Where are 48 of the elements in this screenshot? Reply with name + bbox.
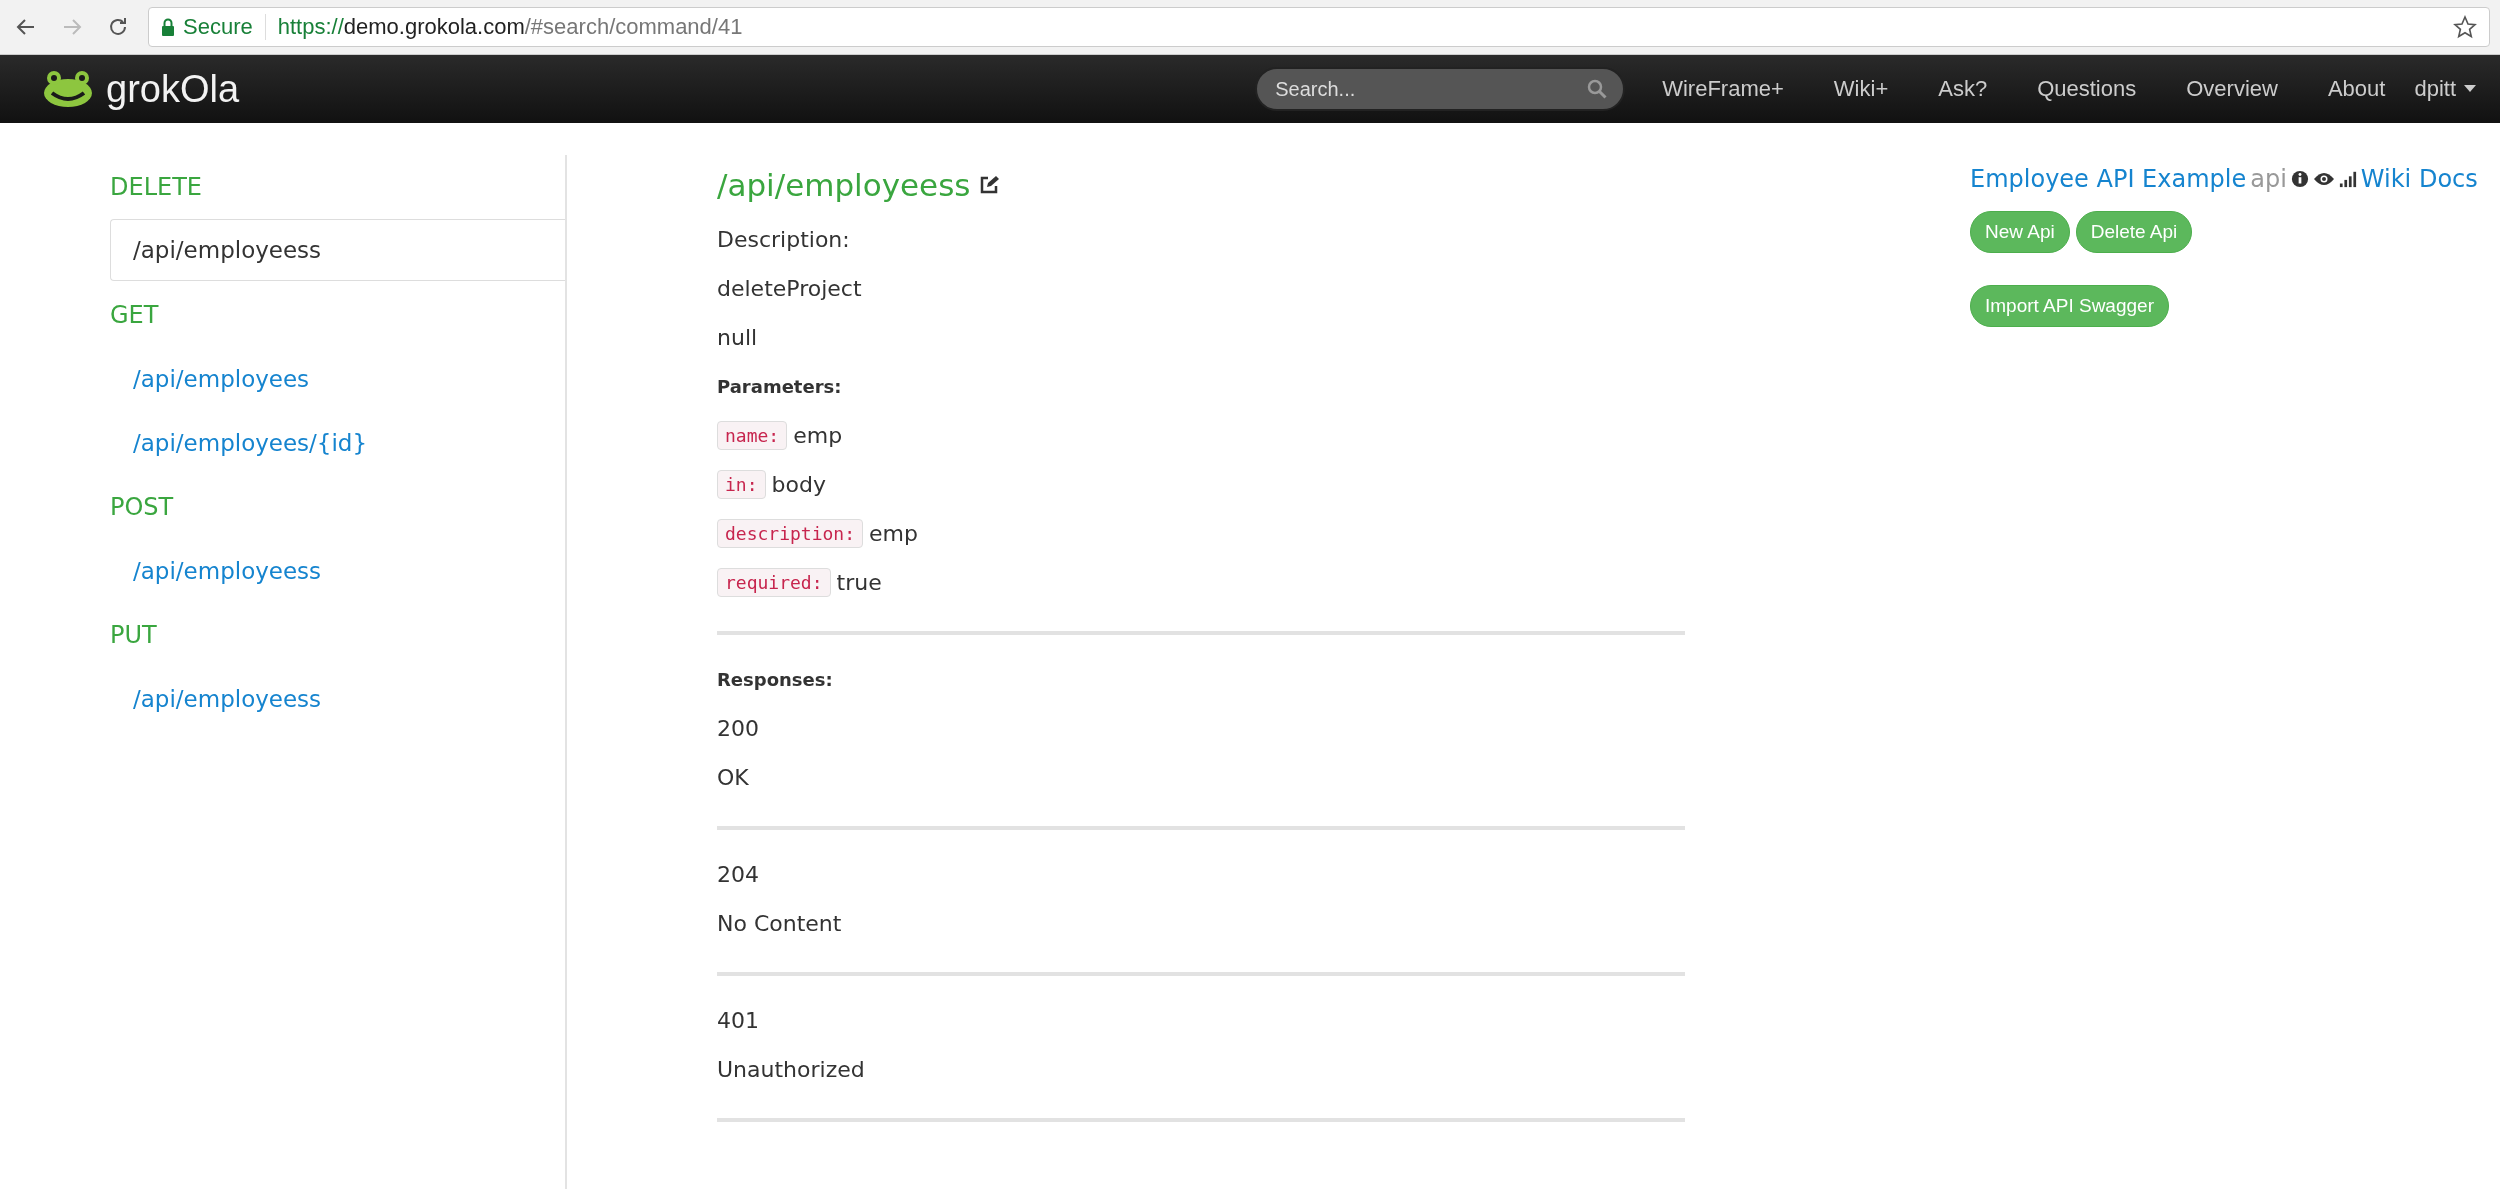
nav-link[interactable]: Wiki+ [1808,76,1914,102]
nav-link[interactable]: About [2302,76,2411,102]
eye-icon [2312,171,2335,187]
info-icon [2290,170,2309,188]
secure-label: Secure [183,14,253,40]
parameter-value: emp [793,423,843,448]
endpoint-link[interactable]: /api/employeess [110,219,565,281]
description-text: deleteProject [717,276,862,301]
parameter-value: emp [869,521,918,546]
description-text: null [717,325,758,350]
nav-link[interactable]: Overview [2161,76,2303,102]
search-icon [1587,79,1608,99]
nav-link[interactable]: Ask? [1913,76,2013,102]
endpoint-title: /api/employeess [717,167,971,203]
lock-icon [161,18,175,36]
parameter-value: body [771,472,826,497]
description-label: Description: [717,227,850,252]
user-menu[interactable]: dpitt [2410,76,2480,102]
star-icon [2453,15,2477,39]
nav-link[interactable]: WireFrame+ [1637,76,1809,102]
response-message: OK [717,765,749,790]
logo-text[interactable]: grokOla [106,67,240,111]
response-code: 200 [717,716,759,741]
response-code: 401 [717,1008,759,1033]
parameter-key: description: [717,519,864,548]
signal-bars-icon [2338,170,2357,188]
responses-label: Responses: [717,669,833,690]
caret-icon [2464,85,2476,93]
method-heading: GET [110,300,160,331]
method-heading: DELETE [110,172,203,203]
wiki-docs-link[interactable]: Wiki Docs [2360,165,2478,193]
parameters-label: Parameters: [717,376,842,397]
url-text: https://demo.grokola.com/#search/command/41 [277,14,743,40]
response-code: 204 [717,862,759,887]
address-bar[interactable]: Secure https://demo.grokola.com/#search/command/41 [148,7,2490,47]
method-heading: POST [110,492,175,523]
search-field[interactable]: Search... [1255,67,1626,111]
project-tag: api [2250,165,2287,193]
parameter-key: name: [717,421,788,450]
nav-link[interactable]: Questions [2012,76,2162,102]
parameter-key: in: [717,470,766,499]
response-message: Unauthorized [717,1057,865,1082]
project-link[interactable]: Employee API Example [1970,165,2247,193]
parameter-value: true [836,570,882,595]
method-heading: PUT [110,620,158,651]
response-message: No Content [717,911,842,936]
edit-icon [978,175,999,195]
parameter-key: required: [717,568,831,597]
